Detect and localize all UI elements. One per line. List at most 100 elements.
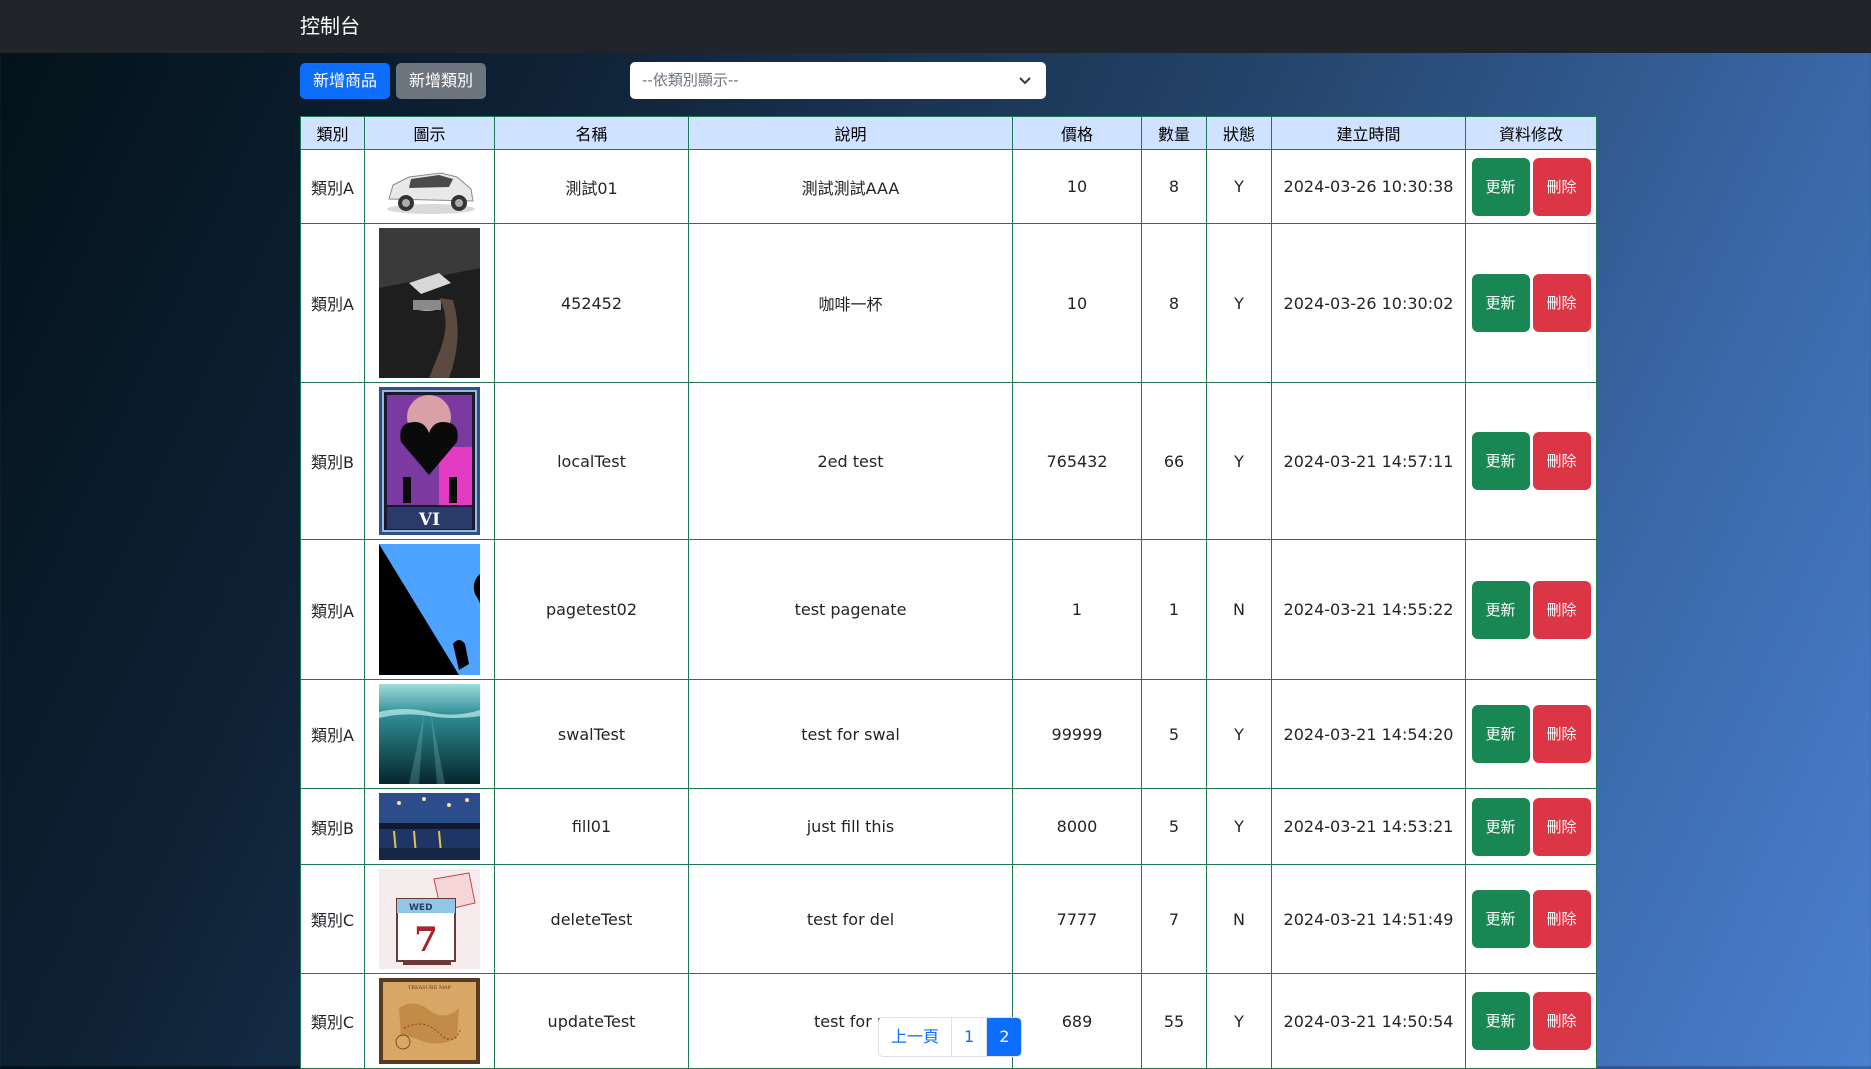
- cell-name: deleteTest: [494, 864, 689, 974]
- update-button[interactable]: 更新: [1471, 992, 1530, 1050]
- delete-button[interactable]: 刪除: [1532, 157, 1591, 216]
- cell-created: 2024-03-26 10:30:02: [1271, 223, 1466, 383]
- table-row: 類別A 452452 咖啡一杯 10 8 Y 2024-03-26 10:30:…: [300, 223, 1597, 383]
- cell-actions: 更新 刪除: [1465, 539, 1597, 680]
- table-row: 類別C WED 7 deleteTest test for del 7777 7…: [300, 864, 1597, 974]
- coffee-photo: [379, 228, 480, 378]
- add-category-button[interactable]: 新增類別: [396, 63, 486, 99]
- cell-price: 7777: [1012, 864, 1142, 974]
- column-header-name: 名稱: [494, 116, 689, 150]
- add-product-button[interactable]: 新增商品: [300, 63, 390, 99]
- cell-description: 咖啡一杯: [688, 223, 1013, 383]
- update-button[interactable]: 更新: [1471, 705, 1530, 763]
- pagination-prev[interactable]: 上一頁: [879, 1018, 953, 1056]
- update-button[interactable]: 更新: [1471, 432, 1530, 490]
- table-row: 類別A swalTest test for swal 99999 5 Y 202…: [300, 679, 1597, 789]
- column-header-status: 狀態: [1206, 116, 1272, 150]
- table-row: 類別A 測試01 測試測試AAA 10 8 Y 2024-03-26 10:30…: [300, 149, 1597, 224]
- chevron-down-icon: [1019, 77, 1031, 85]
- cell-quantity: 55: [1141, 973, 1207, 1069]
- column-header-price: 價格: [1012, 116, 1142, 150]
- cell-description: test for del: [688, 864, 1013, 974]
- pagination-page-2[interactable]: 2: [987, 1018, 1022, 1056]
- cell-status: Y: [1206, 223, 1272, 383]
- page-title[interactable]: 控制台: [300, 12, 360, 40]
- delete-button[interactable]: 刪除: [1532, 992, 1591, 1050]
- product-image-coffee: [379, 228, 480, 378]
- pagination-page-1[interactable]: 1: [952, 1018, 988, 1056]
- product-image-map: TREASURE MAP: [379, 978, 480, 1064]
- cell-status: N: [1206, 539, 1272, 680]
- cell-category: 類別A: [300, 149, 365, 224]
- cell-quantity: 66: [1141, 382, 1207, 540]
- delete-button[interactable]: 刪除: [1532, 580, 1591, 639]
- update-button[interactable]: 更新: [1471, 797, 1530, 856]
- cell-quantity: 5: [1141, 788, 1207, 865]
- cell-name: 測試01: [494, 149, 689, 224]
- delete-button[interactable]: 刪除: [1532, 705, 1591, 763]
- cell-price: 765432: [1012, 382, 1142, 540]
- cell-actions: 更新 刪除: [1465, 973, 1597, 1069]
- cell-status: Y: [1206, 679, 1272, 789]
- category-filter-select[interactable]: --依類別顯示--: [630, 62, 1046, 99]
- cell-actions: 更新 刪除: [1465, 382, 1597, 540]
- cell-created: 2024-03-21 14:54:20: [1271, 679, 1466, 789]
- cell-price: 10: [1012, 149, 1142, 224]
- update-button[interactable]: 更新: [1471, 274, 1530, 332]
- cell-category: 類別B: [300, 788, 365, 865]
- product-table: 類別 圖示 名稱 說明 價格 數量 狀態 建立時間 資料修改 類別A 測試01 …: [300, 116, 1597, 1069]
- calendar-wed-7: WED 7: [379, 869, 480, 969]
- cell-price: 99999: [1012, 679, 1142, 789]
- cell-created: 2024-03-21 14:55:22: [1271, 539, 1466, 680]
- delete-button[interactable]: 刪除: [1532, 432, 1591, 490]
- product-image-underwater: [379, 684, 480, 784]
- cell-category: 類別C: [300, 973, 365, 1069]
- product-image-car: [379, 154, 480, 219]
- cell-price: 10: [1012, 223, 1142, 383]
- table-header-row: 類別 圖示 名稱 說明 價格 數量 狀態 建立時間 資料修改: [300, 116, 1597, 150]
- cell-quantity: 8: [1141, 149, 1207, 224]
- cell-status: Y: [1206, 788, 1272, 865]
- cell-actions: 更新 刪除: [1465, 864, 1597, 974]
- cell-category: 類別A: [300, 679, 365, 789]
- update-button[interactable]: 更新: [1471, 157, 1530, 216]
- product-image-tarot: VI: [379, 387, 480, 535]
- starry-night-painting: [379, 793, 480, 860]
- map-title: TREASURE MAP: [408, 985, 452, 991]
- product-image-calendar: WED 7: [379, 869, 480, 969]
- update-button[interactable]: 更新: [1471, 580, 1530, 639]
- cell-category: 類別C: [300, 864, 365, 974]
- calendar-date: 7: [414, 920, 438, 960]
- column-header-quantity: 數量: [1141, 116, 1207, 150]
- product-image-starry-night: [379, 793, 480, 860]
- tarot-card-vi: VI: [379, 387, 480, 535]
- cell-price: 689: [1012, 973, 1142, 1069]
- cell-status: Y: [1206, 973, 1272, 1069]
- cell-category: 類別A: [300, 539, 365, 680]
- car-photo: [379, 154, 480, 219]
- cell-price: 8000: [1012, 788, 1142, 865]
- delete-button[interactable]: 刪除: [1532, 797, 1591, 856]
- cell-quantity: 7: [1141, 864, 1207, 974]
- tarot-numeral: VI: [418, 510, 440, 530]
- cell-status: Y: [1206, 149, 1272, 224]
- delete-button[interactable]: 刪除: [1532, 274, 1591, 332]
- column-header-image: 圖示: [364, 116, 495, 150]
- cell-actions: 更新 刪除: [1465, 679, 1597, 789]
- product-table-wrapper: 類別 圖示 名稱 說明 價格 數量 狀態 建立時間 資料修改 類別A 測試01 …: [300, 116, 1597, 1069]
- cell-description: 測試測試AAA: [688, 149, 1013, 224]
- cell-quantity: 5: [1141, 679, 1207, 789]
- cell-status: Y: [1206, 382, 1272, 540]
- update-button[interactable]: 更新: [1471, 890, 1530, 948]
- table-row: 類別B fill01 just fill this 8000 5 Y 2024-…: [300, 788, 1597, 865]
- cell-actions: 更新 刪除: [1465, 149, 1597, 224]
- product-image-silhouette: [379, 544, 480, 675]
- silhouette-cliff: [379, 544, 480, 675]
- cell-name: pagetest02: [494, 539, 689, 680]
- table-row: 類別A pagetest02 test pagenate 1 1 N 2024-…: [300, 539, 1597, 680]
- delete-button[interactable]: 刪除: [1532, 890, 1591, 948]
- cell-name: 452452: [494, 223, 689, 383]
- cell-quantity: 8: [1141, 223, 1207, 383]
- column-header-created: 建立時間: [1271, 116, 1466, 150]
- cell-created: 2024-03-21 14:53:21: [1271, 788, 1466, 865]
